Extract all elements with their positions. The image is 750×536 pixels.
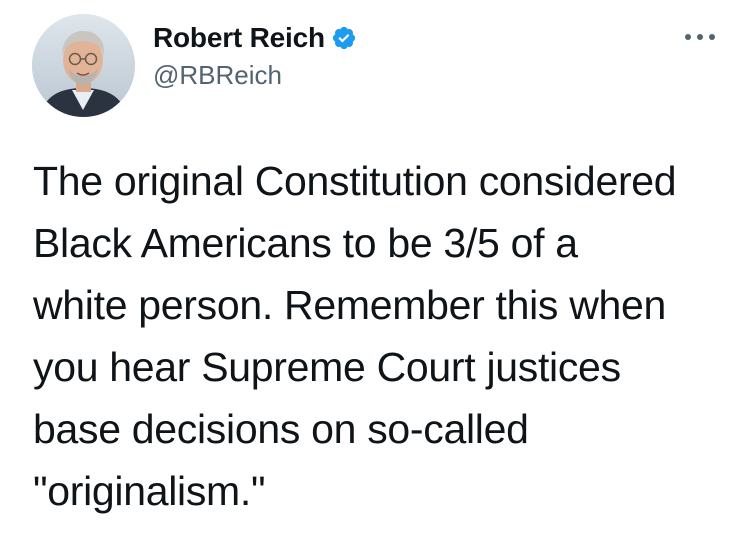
author-display-name[interactable]: Robert Reich [153, 22, 325, 54]
more-options-button[interactable] [680, 22, 720, 52]
tweet-card: Robert Reich @RBReich The original Const… [0, 0, 750, 536]
author-name-row: Robert Reich [153, 22, 357, 54]
profile-photo-icon [32, 14, 135, 117]
more-options-icon [685, 34, 715, 40]
tweet-text: The original Constitution considered Bla… [33, 158, 677, 514]
verified-badge-icon [331, 25, 357, 51]
avatar[interactable] [32, 14, 135, 117]
author-handle[interactable]: @RBReich [153, 60, 282, 91]
